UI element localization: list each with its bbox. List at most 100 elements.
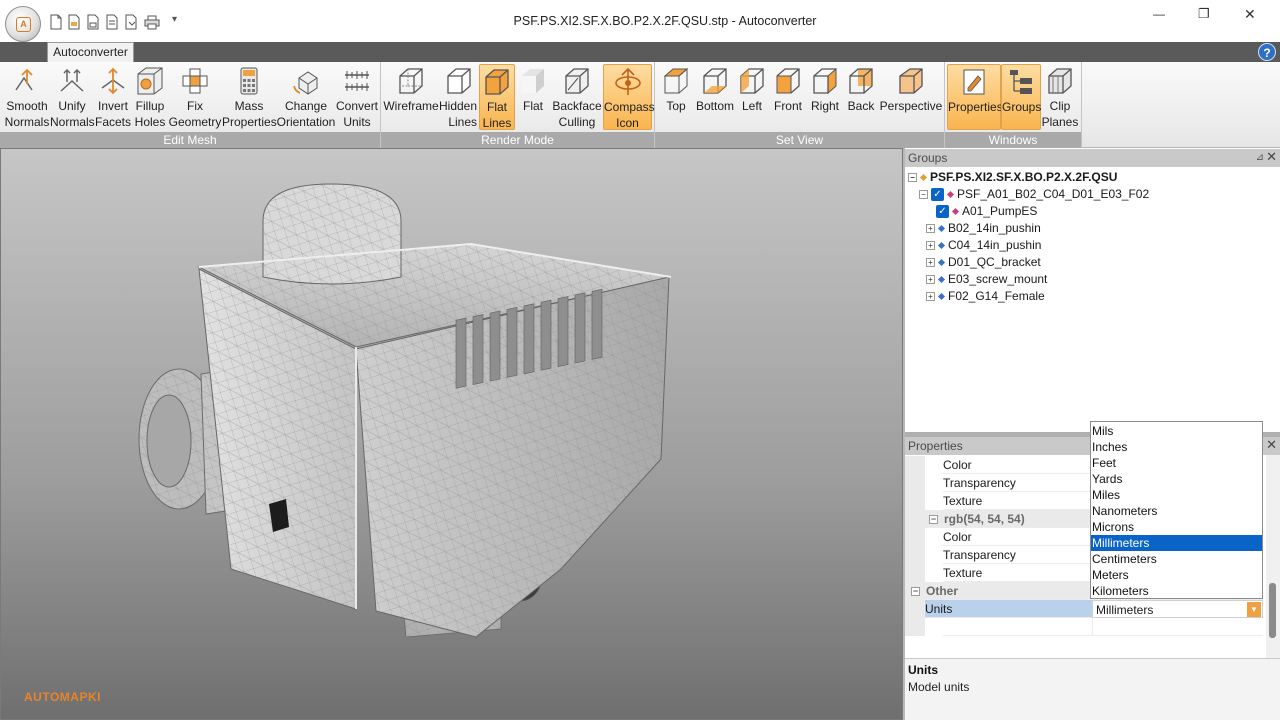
- compass-icon-button[interactable]: Compass Icon: [603, 64, 655, 130]
- groups-window-button[interactable]: Groups: [1001, 64, 1041, 130]
- clip-planes-button[interactable]: Clip Planes: [1041, 64, 1079, 130]
- tab-autoconverter[interactable]: Autoconverter: [47, 42, 134, 62]
- group-edit-mesh: Smooth Normals Unify Normals Invert Face…: [0, 62, 381, 148]
- tree-part-label: C04_14in_pushin: [948, 238, 1042, 252]
- wireframe-label: Wireframe: [383, 99, 439, 113]
- visibility-checkbox[interactable]: ✓: [936, 205, 949, 219]
- properties-scrollbar[interactable]: [1266, 455, 1280, 658]
- unify-normals-button[interactable]: Unify Normals: [50, 64, 95, 130]
- 3d-viewport[interactable]: AUTOMAPKI: [0, 148, 903, 720]
- application-menu-button[interactable]: A: [5, 6, 41, 42]
- units-option[interactable]: Miles: [1091, 487, 1262, 503]
- fillup-holes-button[interactable]: Fillup Holes: [132, 64, 168, 130]
- top-view-button[interactable]: Top: [657, 64, 695, 130]
- tree-part-node[interactable]: + F02_G14_Female: [926, 288, 1045, 305]
- units-option[interactable]: Centimeters: [1091, 551, 1262, 567]
- open-file-icon[interactable]: [67, 14, 81, 30]
- flat-button[interactable]: Flat: [515, 64, 551, 130]
- collapse-icon[interactable]: −: [919, 190, 928, 200]
- app-logo-icon: A: [16, 17, 31, 32]
- tree-assembly-node[interactable]: − ✓ PSF_A01_B02_C04_D01_E03_F02: [919, 186, 1149, 203]
- expand-icon[interactable]: +: [926, 258, 935, 268]
- pin-icon[interactable]: ⊿: [1256, 149, 1264, 167]
- bottom-view-button[interactable]: Bottom: [695, 64, 735, 130]
- units-option[interactable]: Meters: [1091, 567, 1262, 583]
- backface-culling-button[interactable]: Backface Culling: [551, 64, 603, 130]
- front-view-button[interactable]: Front: [769, 64, 807, 130]
- property-row-units[interactable]: Units Millimeters ▼: [905, 600, 1263, 618]
- tree-part-label: B02_14in_pushin: [948, 221, 1041, 235]
- units-option[interactable]: Feet: [1091, 455, 1262, 471]
- tree-part-node[interactable]: + D01_QC_bracket: [926, 254, 1041, 271]
- smooth-normals-button[interactable]: Smooth Normals: [4, 64, 50, 130]
- close-icon[interactable]: ✕: [1266, 148, 1277, 166]
- collapse-icon[interactable]: −: [911, 587, 920, 597]
- visibility-checkbox[interactable]: ✓: [931, 188, 944, 202]
- top-view-cube-icon: [663, 67, 689, 94]
- expand-icon[interactable]: +: [926, 275, 935, 285]
- change-orientation-button[interactable]: Change Orientation: [276, 64, 336, 130]
- invert-facets-icon: [101, 67, 125, 95]
- help-icon[interactable]: ?: [1258, 43, 1276, 61]
- invert-facets-button[interactable]: Invert Facets: [94, 64, 132, 130]
- tree-part-node[interactable]: + C04_14in_pushin: [926, 237, 1041, 254]
- save-file-icon[interactable]: [86, 14, 100, 30]
- right-view-button[interactable]: Right: [807, 64, 843, 130]
- part-icon: [937, 276, 946, 284]
- unify-normals-icon: [60, 68, 84, 92]
- tree-root-node[interactable]: − PSF.PS.XI2.SF.X.BO.P2.X.2F.QSU: [908, 169, 1117, 186]
- calculator-icon: [240, 67, 258, 95]
- compass-icon: [614, 67, 641, 95]
- unify-normals-label: Unify Normals: [50, 99, 95, 129]
- wireframe-button[interactable]: Wireframe: [383, 64, 439, 130]
- new-file-icon[interactable]: [49, 14, 63, 30]
- export-file-icon[interactable]: [124, 14, 138, 30]
- units-select[interactable]: Millimeters ▼: [1092, 600, 1263, 618]
- perspective-view-button[interactable]: Perspective: [879, 64, 943, 130]
- backface-culling-cube-icon: [565, 68, 589, 94]
- convert-units-label: Convert Units: [336, 99, 379, 129]
- minimize-icon: —: [1153, 7, 1165, 21]
- collapse-icon[interactable]: −: [929, 515, 938, 525]
- tree-part-node[interactable]: + B02_14in_pushin: [926, 220, 1041, 237]
- tree-part-node[interactable]: ✓ A01_PumpES: [936, 203, 1037, 220]
- units-option[interactable]: Nanometers: [1091, 503, 1262, 519]
- property-description-panel: Units Model units: [905, 658, 1280, 720]
- units-property-name: Units: [925, 600, 1092, 618]
- units-option-selected[interactable]: Millimeters: [1091, 535, 1262, 551]
- fix-geometry-button[interactable]: Fix Geometry: [168, 64, 222, 130]
- close-icon[interactable]: ✕: [1266, 436, 1277, 454]
- minimize-button[interactable]: —: [1145, 6, 1175, 26]
- close-button[interactable]: ✕: [1236, 6, 1266, 26]
- part-icon: [946, 191, 955, 199]
- units-option[interactable]: Yards: [1091, 471, 1262, 487]
- collapse-icon[interactable]: −: [908, 173, 917, 183]
- flat-lines-cube-icon: [485, 69, 509, 95]
- expand-icon[interactable]: +: [926, 241, 935, 251]
- expand-icon[interactable]: +: [926, 224, 935, 234]
- convert-units-button[interactable]: Convert Units: [336, 64, 378, 130]
- scrollbar-thumb[interactable]: [1269, 583, 1276, 638]
- units-option[interactable]: Kilometers: [1091, 583, 1262, 599]
- smooth-normals-icon: [15, 68, 33, 91]
- tree-part-node[interactable]: + E03_screw_mount: [926, 271, 1047, 288]
- properties-window-button[interactable]: Properties: [947, 64, 1003, 130]
- maximize-button[interactable]: ❐: [1190, 6, 1220, 26]
- save-as-icon[interactable]: [105, 14, 119, 30]
- print-icon[interactable]: [144, 14, 160, 30]
- units-option[interactable]: Microns: [1091, 519, 1262, 535]
- left-view-button[interactable]: Left: [735, 64, 769, 130]
- fillup-holes-icon: [137, 67, 163, 95]
- mass-properties-button[interactable]: Mass Properties: [222, 64, 277, 130]
- property-category-name: − Other: [908, 582, 1092, 600]
- units-option[interactable]: Mils: [1091, 423, 1262, 439]
- ribbon-tab-strip: Autoconverter ?: [0, 42, 1280, 62]
- expand-icon[interactable]: +: [926, 292, 935, 302]
- customize-quick-access-icon[interactable]: ▾: [172, 14, 177, 25]
- chevron-down-icon[interactable]: ▼: [1247, 602, 1261, 617]
- flat-lines-button[interactable]: Flat Lines: [479, 64, 515, 130]
- hidden-lines-button[interactable]: Hidden Lines: [439, 64, 479, 130]
- bottom-view-cube-icon: [703, 68, 727, 94]
- units-option[interactable]: Inches: [1091, 439, 1262, 455]
- back-view-button[interactable]: Back: [843, 64, 879, 130]
